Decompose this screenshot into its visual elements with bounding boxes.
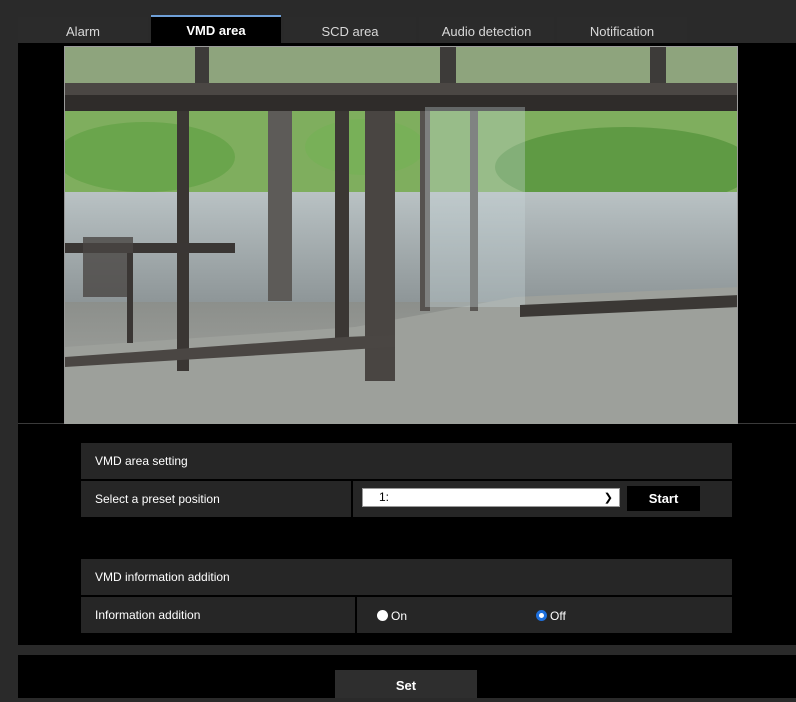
chevron-down-icon: ❯ xyxy=(603,492,613,504)
section-title-vmd-area-setting: VMD area setting xyxy=(81,443,732,479)
tab-notification[interactable]: Notification xyxy=(557,17,687,45)
info-addition-label: Information addition xyxy=(95,608,201,622)
section-title-vmd-info-addition: VMD information addition xyxy=(81,559,732,595)
preset-select[interactable]: 1: ❯ xyxy=(362,488,620,507)
tab-scd-area[interactable]: SCD area xyxy=(284,17,416,45)
radio-on[interactable]: On xyxy=(377,608,407,623)
radio-off-label: Off xyxy=(550,608,566,623)
start-button[interactable]: Start xyxy=(627,486,700,511)
preset-label: Select a preset position xyxy=(95,492,220,506)
camera-image[interactable] xyxy=(64,46,738,428)
radio-button-icon xyxy=(377,610,388,622)
tab-bar: Alarm VMD area SCD area Audio detection … xyxy=(18,15,796,45)
divider xyxy=(355,597,357,633)
tab-vmd-area[interactable]: VMD area xyxy=(151,15,281,45)
divider xyxy=(351,481,353,517)
set-button[interactable]: Set xyxy=(335,670,477,698)
preset-select-value: 1: xyxy=(379,490,390,504)
tab-audio-detection[interactable]: Audio detection xyxy=(419,17,554,45)
radio-off[interactable]: Off xyxy=(536,608,566,623)
radio-on-label: On xyxy=(391,608,408,623)
tab-alarm[interactable]: Alarm xyxy=(18,17,148,45)
radio-button-selected-icon xyxy=(536,610,547,622)
